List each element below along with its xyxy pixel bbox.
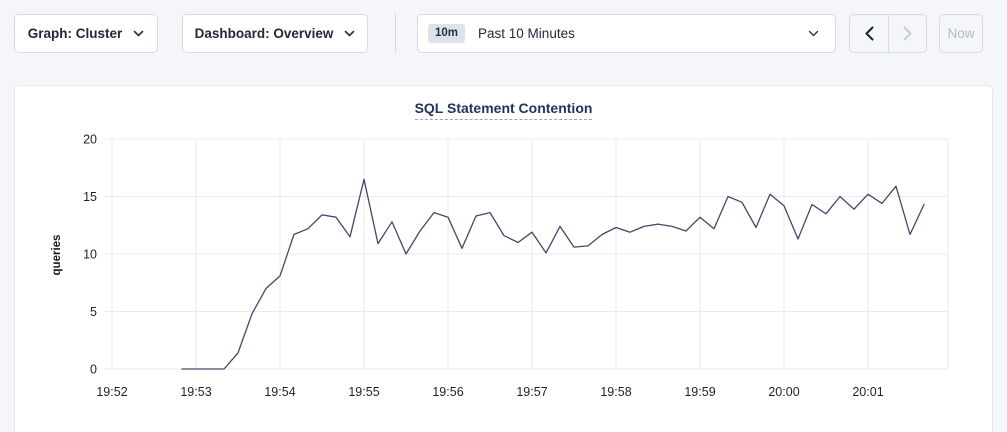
chevron-right-icon [903, 26, 912, 41]
x-tick-label: 19:57 [516, 385, 547, 399]
sql-contention-line-chart[interactable]: 0 5 10 15 20 19:52 19:53 19:54 19:55 19:56 19:57 19… [15, 86, 994, 432]
time-range-dropdown[interactable]: 10m Past 10 Minutes [417, 14, 836, 53]
prev-range-button[interactable] [850, 15, 888, 52]
x-tick-label: 19:55 [348, 385, 379, 399]
x-tick-label: 19:54 [264, 385, 295, 399]
time-range-arrows [849, 14, 927, 53]
y-tick-label: 20 [83, 133, 97, 147]
x-tick-label: 19:52 [96, 385, 127, 399]
graph-dropdown[interactable]: Graph: Cluster [14, 14, 158, 53]
dashboard-dropdown-label: Dashboard: Overview [195, 26, 334, 41]
y-tick-label: 5 [90, 305, 97, 319]
toolbar-divider [395, 13, 396, 53]
x-tick-label: 19:58 [600, 385, 631, 399]
series-line-queries [182, 179, 924, 369]
chevron-left-icon [865, 26, 874, 41]
next-range-button[interactable] [888, 15, 926, 52]
chevron-down-icon [133, 30, 144, 37]
now-button[interactable]: Now [939, 14, 983, 53]
dashboard-dropdown[interactable]: Dashboard: Overview [182, 14, 368, 53]
x-tick-label: 20:00 [768, 385, 799, 399]
time-range-label: Past 10 Minutes [478, 26, 575, 41]
chart-card: SQL Statement Contention queries 0510152… [14, 85, 993, 432]
chevron-down-icon [344, 30, 355, 37]
y-tick-label: 15 [83, 190, 97, 204]
chevron-down-icon [808, 30, 819, 37]
x-tick-label: 19:59 [684, 385, 715, 399]
graph-dropdown-label: Graph: Cluster [28, 26, 123, 41]
x-tick-label: 19:53 [180, 385, 211, 399]
x-tick-label: 19:56 [432, 385, 463, 399]
toolbar: Graph: Cluster Dashboard: Overview 10m P… [0, 0, 1007, 53]
x-tick-label: 20:01 [852, 385, 883, 399]
y-tick-label: 0 [90, 363, 97, 377]
time-range-badge: 10m [428, 24, 465, 44]
y-tick-label: 10 [83, 248, 97, 262]
